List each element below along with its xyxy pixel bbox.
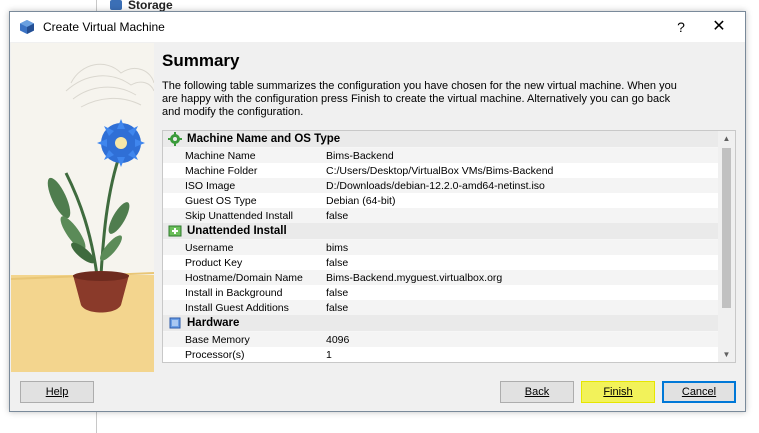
table-row: Machine Folder C:/Users/Desktop/VirtualBo… (163, 163, 719, 178)
summary-description: The following table summarizes the confi… (162, 80, 677, 118)
button-bar: Help Back Finish Cancel (10, 372, 745, 411)
row-value: false (326, 256, 349, 269)
row-value: 4096 (326, 333, 350, 346)
window-title: Create Virtual Machine (43, 20, 165, 34)
row-value: false (326, 209, 349, 222)
table-row: Guest OS Type Debian (64-bit) (163, 193, 719, 208)
section-rows: Username bims Product Key false Hostname/Dom… (163, 240, 719, 315)
back-button[interactable]: Back (500, 381, 574, 403)
row-key: Product Key (185, 256, 243, 269)
table-row: Skip Unattended Install false (163, 208, 719, 223)
page-title: Summary (162, 51, 240, 70)
section-title: Unattended Install (187, 225, 287, 237)
table-row: Base Memory 4096 (163, 332, 719, 347)
help-titlebar-button[interactable]: ? (672, 18, 690, 36)
scroll-up-icon[interactable]: ▲ (718, 131, 735, 146)
table-row: Hostname/Domain Name Bims-Backend.myguest… (163, 270, 719, 285)
row-value: Debian (64-bit) (326, 194, 396, 207)
storage-icon (110, 0, 122, 10)
row-key: Hostname/Domain Name (185, 271, 303, 284)
row-key: Machine Folder (185, 164, 258, 177)
help-button-label: Help (45, 386, 69, 398)
row-key: ISO Image (185, 179, 236, 192)
row-key: Skip Unattended Install (185, 209, 293, 222)
section-header: Hardware (163, 315, 719, 332)
summary-content: Summary The following table summarizes t… (162, 50, 740, 119)
close-button[interactable]: ✕ (710, 18, 728, 36)
scroll-down-icon[interactable]: ▼ (718, 347, 735, 362)
section-title: Hardware (187, 317, 240, 329)
row-value: false (326, 286, 349, 299)
create-vm-dialog: Create Virtual Machine ? ✕ Summary The f… (9, 11, 746, 412)
help-button[interactable]: Help (20, 381, 94, 403)
row-key: Username (185, 241, 234, 254)
wizard-illustration (11, 43, 154, 372)
row-key: Install in Background (185, 286, 283, 299)
chip-icon (167, 315, 183, 331)
row-key: Processor(s) (185, 348, 245, 361)
section-title: Machine Name and OS Type (187, 133, 341, 145)
gear-icon (167, 131, 183, 147)
virtualbox-icon (19, 19, 35, 35)
row-key: Machine Name (185, 149, 256, 162)
title-bar: Create Virtual Machine ? ✕ (10, 12, 745, 42)
section-rows: Base Memory 4096 Processor(s) 1 (163, 332, 719, 362)
table-row: Install Guest Additions false (163, 300, 719, 315)
section-rows: Machine Name Bims-Backend Machine Folder C:… (163, 148, 719, 223)
row-key: Install Guest Additions (185, 301, 289, 314)
cancel-button[interactable]: Cancel (662, 381, 736, 403)
table-row: Processor(s) 1 (163, 347, 719, 362)
table-row: Product Key false (163, 255, 719, 270)
section-header: Machine Name and OS Type (163, 131, 719, 148)
row-value: Bims-Backend (326, 149, 394, 162)
row-value: Bims-Backend.myguest.virtualbox.org (326, 271, 503, 284)
back-button-label: Back (524, 386, 550, 398)
row-key: Guest OS Type (185, 194, 257, 207)
unattended-install-icon (167, 223, 183, 239)
table-row: Machine Name Bims-Backend (163, 148, 719, 163)
cancel-button-label: Cancel (681, 386, 717, 398)
section-header: Unattended Install (163, 223, 719, 240)
storage-label: Storage (128, 0, 173, 12)
summary-table-body: Machine Name and OS Type Machine Name Bims… (163, 131, 719, 362)
row-value: D:/Downloads/debian-12.2.0-amd64-netinst… (326, 179, 545, 192)
row-key: Base Memory (185, 333, 250, 346)
scroll-thumb[interactable] (722, 148, 731, 308)
summary-table[interactable]: Machine Name and OS Type Machine Name Bims… (162, 130, 736, 363)
finish-button[interactable]: Finish (581, 381, 655, 403)
row-value: C:/Users/Desktop/VirtualBox VMs/Bims-Bac… (326, 164, 554, 177)
table-row: ISO Image D:/Downloads/debian-12.2.0-amd6… (163, 178, 719, 193)
table-row: Username bims (163, 240, 719, 255)
row-value: false (326, 301, 349, 314)
row-value: bims (326, 241, 349, 254)
row-value: 1 (326, 348, 332, 361)
vertical-scrollbar[interactable]: ▲ ▼ (718, 131, 735, 362)
finish-button-label: Finish (603, 386, 633, 398)
table-row: Install in Background false (163, 285, 719, 300)
